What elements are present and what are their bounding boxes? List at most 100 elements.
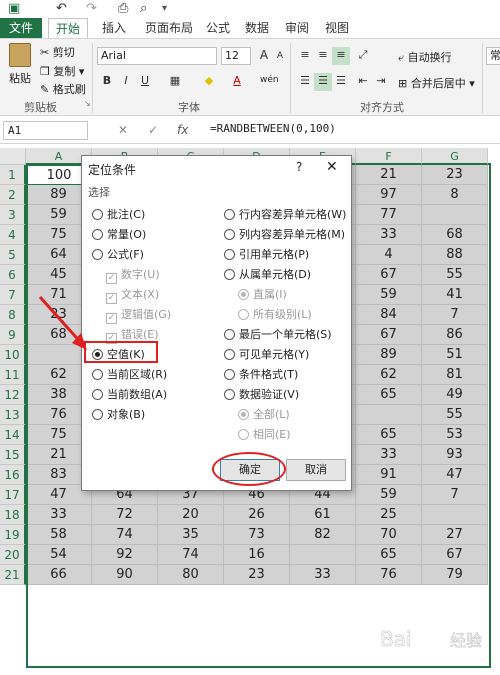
radio-left_options-0[interactable]: 批注(C) (92, 207, 145, 222)
tab-insert[interactable]: 插入 (96, 18, 132, 38)
radio-right_options-1[interactable]: 列内容差异单元格(M) (224, 227, 345, 242)
grid-cell[interactable]: 66 (26, 565, 92, 585)
column-header[interactable]: F (356, 148, 422, 165)
grid-cell[interactable]: 7 (422, 305, 488, 325)
grid-cell[interactable]: 65 (356, 385, 422, 405)
row-header[interactable]: 11 (0, 365, 26, 385)
number-format-select[interactable]: 常规 (486, 47, 500, 65)
grid-cell[interactable]: 51 (422, 345, 488, 365)
row-header[interactable]: 4 (0, 225, 26, 245)
paste-button[interactable]: 粘贴 (6, 43, 34, 89)
grid-cell[interactable]: 67 (356, 325, 422, 345)
row-header[interactable]: 5 (0, 245, 26, 265)
cancel-icon[interactable]: ✕ (118, 123, 128, 137)
radio-right_options-3[interactable]: 从属单元格(D) (224, 267, 311, 282)
grid-cell[interactable]: 91 (356, 465, 422, 485)
row-header[interactable]: 6 (0, 265, 26, 285)
grid-cell[interactable]: 70 (356, 525, 422, 545)
grid-cell[interactable]: 73 (224, 525, 290, 545)
grid-cell[interactable]: 92 (92, 545, 158, 565)
row-header[interactable]: 12 (0, 385, 26, 405)
grid-cell[interactable]: 20 (158, 505, 224, 525)
radio-right_options-7[interactable]: 可见单元格(Y) (224, 347, 309, 362)
row-header[interactable]: 10 (0, 345, 26, 365)
dialog-launcher-icon[interactable]: ↘ (84, 99, 91, 108)
select-all-corner[interactable] (0, 148, 26, 165)
grid-cell[interactable]: 4 (356, 245, 422, 265)
row-header[interactable]: 14 (0, 425, 26, 445)
align-top-icon[interactable]: ≡ (296, 47, 314, 65)
grid-cell[interactable]: 21 (356, 165, 422, 185)
grid-cell[interactable] (422, 505, 488, 525)
print-preview-icon[interactable]: ⎙ (118, 1, 128, 16)
orientation-icon[interactable]: ⤢ (354, 47, 372, 65)
cut-button[interactable]: ✂ 剪切 (40, 44, 75, 60)
fill-color-icon[interactable]: ◆ (200, 73, 218, 91)
radio-left_options-1[interactable]: 常量(O) (92, 227, 146, 242)
align-right-icon[interactable]: ☰ (332, 73, 350, 91)
grid-cell[interactable]: 80 (158, 565, 224, 585)
tab-review[interactable]: 审阅 (282, 18, 312, 38)
grid-cell[interactable]: 86 (422, 325, 488, 345)
grid-cell[interactable]: 65 (356, 545, 422, 565)
quick-print-icon[interactable]: ⌕ (140, 1, 147, 16)
row-header[interactable]: 7 (0, 285, 26, 305)
enter-icon[interactable]: ✓ (148, 123, 158, 137)
grid-cell[interactable]: 61 (290, 505, 356, 525)
grid-cell[interactable]: 33 (356, 225, 422, 245)
formula-input[interactable]: =RANDBETWEEN(0,100) (210, 122, 336, 135)
grid-cell[interactable]: 74 (158, 545, 224, 565)
grid-cell[interactable]: 35 (158, 525, 224, 545)
align-middle-icon[interactable]: ≡ (314, 47, 332, 65)
grid-cell[interactable]: 8 (422, 185, 488, 205)
underline-button[interactable]: U (136, 73, 154, 91)
row-header[interactable]: 19 (0, 525, 26, 545)
row-header[interactable]: 20 (0, 545, 26, 565)
row-header[interactable]: 15 (0, 445, 26, 465)
grid-cell[interactable]: 68 (422, 225, 488, 245)
row-header[interactable]: 3 (0, 205, 26, 225)
grid-cell[interactable]: 76 (356, 565, 422, 585)
grid-cell[interactable]: 88 (422, 245, 488, 265)
grid-cell[interactable]: 27 (422, 525, 488, 545)
format-painter-button[interactable]: ✎ 格式刷 (40, 81, 86, 97)
grid-cell[interactable]: 79 (422, 565, 488, 585)
grid-cell[interactable]: 23 (422, 165, 488, 185)
radio-left_options-2[interactable]: 公式(F) (92, 247, 144, 262)
redo-icon[interactable]: ↷ (86, 1, 97, 16)
grid-cell[interactable]: 93 (422, 445, 488, 465)
align-center-icon[interactable]: ☰ (314, 73, 332, 91)
grid-cell[interactable]: 16 (224, 545, 290, 565)
row-header[interactable]: 8 (0, 305, 26, 325)
radio-left_options-9[interactable]: 当前数组(A) (92, 387, 167, 402)
grid-cell[interactable]: 59 (356, 485, 422, 505)
grid-cell[interactable]: 67 (422, 545, 488, 565)
grid-cell[interactable]: 7 (422, 485, 488, 505)
radio-right_options-0[interactable]: 行内容差异单元格(W) (224, 207, 346, 222)
italic-button[interactable]: I (117, 73, 135, 91)
close-icon[interactable]: ✕ (326, 159, 338, 175)
radio-left_options-10[interactable]: 对象(B) (92, 407, 145, 422)
wrap-text-button[interactable]: ⤶ 自动换行 (398, 49, 452, 65)
tab-page-layout[interactable]: 页面布局 (140, 18, 198, 38)
radio-right_options-9[interactable]: 数据验证(V) (224, 387, 299, 402)
grid-cell[interactable]: 47 (422, 465, 488, 485)
grid-cell[interactable]: 33 (26, 505, 92, 525)
tab-formulas[interactable]: 公式 (204, 18, 232, 38)
font-color-icon[interactable]: A (228, 73, 246, 91)
row-header[interactable]: 16 (0, 465, 26, 485)
copy-button[interactable]: ❐ 复制 ▾ (40, 63, 84, 79)
row-header[interactable]: 9 (0, 325, 26, 345)
grid-cell[interactable]: 74 (92, 525, 158, 545)
grid-cell[interactable]: 59 (356, 285, 422, 305)
grid-cell[interactable]: 55 (422, 405, 488, 425)
row-header[interactable]: 17 (0, 485, 26, 505)
tab-data[interactable]: 数据 (242, 18, 272, 38)
grid-cell[interactable]: 55 (422, 265, 488, 285)
grid-cell[interactable]: 90 (92, 565, 158, 585)
font-name-select[interactable]: Arial (97, 47, 217, 65)
grid-cell[interactable] (290, 545, 356, 565)
grid-cell[interactable]: 49 (422, 385, 488, 405)
align-bottom-icon[interactable]: ≡ (332, 47, 350, 65)
tab-view[interactable]: 视图 (322, 18, 352, 38)
